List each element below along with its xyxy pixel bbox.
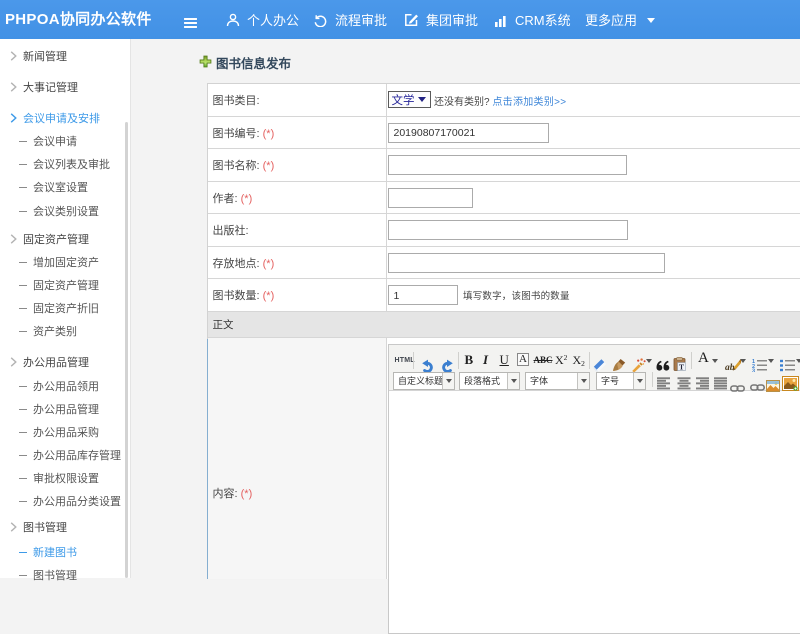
svg-text:T: T: [678, 362, 683, 371]
svg-text:3: 3: [752, 368, 755, 372]
